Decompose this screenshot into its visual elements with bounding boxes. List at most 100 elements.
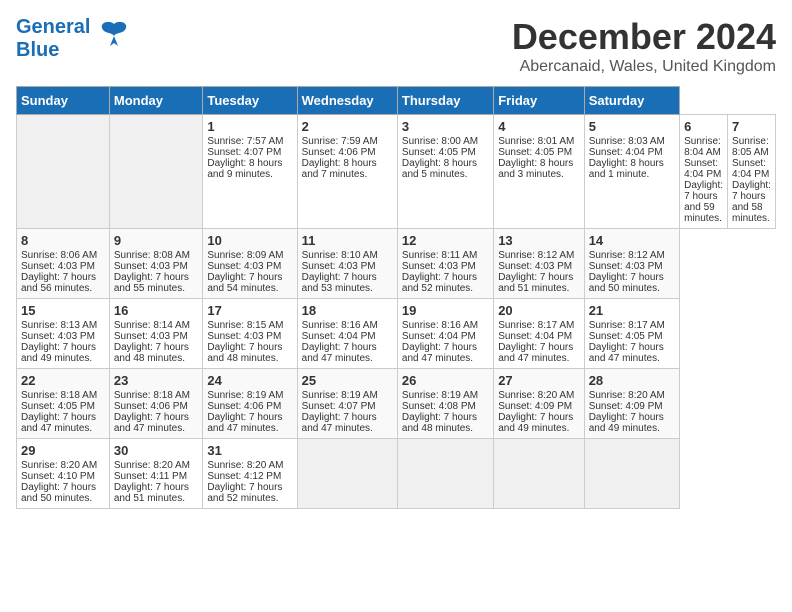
calendar-cell: 18Sunrise: 8:16 AMSunset: 4:04 PMDayligh… (297, 299, 397, 369)
calendar-cell: 27 Sunrise: 8:20 AMSunset: 4:09 PMDayligh… (494, 369, 585, 439)
calendar-cell: 28Sunrise: 8:20 AMSunset: 4:09 PMDayligh… (584, 369, 679, 439)
sunrise-text: Sunrise: 8:20 AM (21, 460, 105, 471)
calendar-cell: 13Sunrise: 8:12 AMSunset: 4:03 PMDayligh… (494, 229, 585, 299)
calendar-cell: 25Sunrise: 8:19 AMSunset: 4:07 PMDayligh… (297, 369, 397, 439)
day-number: 27 (498, 373, 580, 388)
sunrise-text: Sunrise: 8:19 AM (402, 390, 489, 401)
sunrise-text: Sunrise: 8:17 AM (589, 320, 675, 331)
sunset-text: Sunset: 4:03 PM (589, 261, 675, 272)
calendar-cell: 12Sunrise: 8:11 AMSunset: 4:03 PMDayligh… (397, 229, 493, 299)
day-number: 26 (402, 373, 489, 388)
calendar-cell (397, 439, 493, 509)
daylight-text: Daylight: 7 hours and 49 minutes. (498, 412, 580, 434)
sunrise-text: Sunrise: 8:19 AM (207, 390, 292, 401)
sunset-text: Sunset: 4:06 PM (114, 401, 199, 412)
daylight-text: Daylight: 7 hours and 56 minutes. (21, 272, 105, 294)
calendar-cell: 31Sunrise: 8:20 AMSunset: 4:12 PMDayligh… (203, 439, 297, 509)
sunrise-text: Sunrise: 8:20 AM (498, 390, 580, 401)
calendar-header-wednesday: Wednesday (297, 87, 397, 115)
daylight-text: Daylight: 7 hours and 48 minutes. (207, 342, 292, 364)
sunset-text: Sunset: 4:03 PM (498, 261, 580, 272)
sunrise-text: Sunrise: 8:20 AM (589, 390, 675, 401)
sunrise-text: Sunrise: 8:16 AM (302, 320, 393, 331)
daylight-text: Daylight: 8 hours and 9 minutes. (207, 158, 292, 180)
sunset-text: Sunset: 4:04 PM (498, 331, 580, 342)
day-number: 4 (498, 119, 580, 134)
daylight-text: Daylight: 8 hours and 7 minutes. (302, 158, 393, 180)
day-number: 20 (498, 303, 580, 318)
logo-general: General (16, 16, 90, 39)
daylight-text: Daylight: 7 hours and 53 minutes. (302, 272, 393, 294)
sunrise-text: Sunrise: 8:20 AM (207, 460, 292, 471)
daylight-text: Daylight: 7 hours and 54 minutes. (207, 272, 292, 294)
daylight-text: Daylight: 8 hours and 1 minute. (589, 158, 675, 180)
calendar-cell (297, 439, 397, 509)
day-number: 9 (114, 233, 199, 248)
day-number: 18 (302, 303, 393, 318)
daylight-text: Daylight: 8 hours and 3 minutes. (498, 158, 580, 180)
sunrise-text: Sunrise: 8:08 AM (114, 250, 199, 261)
day-number: 29 (21, 443, 105, 458)
calendar-week-2: 8Sunrise: 8:06 AMSunset: 4:03 PMDaylight… (17, 229, 776, 299)
sunset-text: Sunset: 4:11 PM (114, 471, 199, 482)
calendar-cell (494, 439, 585, 509)
daylight-text: Daylight: 7 hours and 58 minutes. (732, 180, 771, 224)
day-number: 10 (207, 233, 292, 248)
sunset-text: Sunset: 4:04 PM (684, 158, 723, 180)
day-number: 17 (207, 303, 292, 318)
sunrise-text: Sunrise: 8:09 AM (207, 250, 292, 261)
day-number: 12 (402, 233, 489, 248)
day-number: 16 (114, 303, 199, 318)
day-number: 2 (302, 119, 393, 134)
sunset-text: Sunset: 4:03 PM (114, 331, 199, 342)
daylight-text: Daylight: 7 hours and 52 minutes. (402, 272, 489, 294)
calendar-cell: 17Sunrise: 8:15 AMSunset: 4:03 PMDayligh… (203, 299, 297, 369)
sunrise-text: Sunrise: 8:05 AM (732, 136, 771, 158)
page-header: General Blue December 2024 Abercanaid, W… (16, 16, 776, 76)
calendar-cell: 6Sunrise: 8:04 AMSunset: 4:04 PMDaylight… (680, 115, 728, 229)
sunset-text: Sunset: 4:10 PM (21, 471, 105, 482)
daylight-text: Daylight: 7 hours and 49 minutes. (589, 412, 675, 434)
sunrise-text: Sunrise: 8:11 AM (402, 250, 489, 261)
day-number: 22 (21, 373, 105, 388)
day-number: 6 (684, 119, 723, 134)
calendar-cell: 11Sunrise: 8:10 AMSunset: 4:03 PMDayligh… (297, 229, 397, 299)
sunset-text: Sunset: 4:05 PM (21, 401, 105, 412)
daylight-text: Daylight: 7 hours and 47 minutes. (114, 412, 199, 434)
daylight-text: Daylight: 7 hours and 47 minutes. (589, 342, 675, 364)
calendar-header-sunday: Sunday (17, 87, 110, 115)
calendar-cell: 21Sunrise: 8:17 AMSunset: 4:05 PMDayligh… (584, 299, 679, 369)
day-number: 15 (21, 303, 105, 318)
calendar-header-monday: Monday (109, 87, 203, 115)
calendar-cell: 19Sunrise: 8:16 AMSunset: 4:04 PMDayligh… (397, 299, 493, 369)
calendar-table: SundayMondayTuesdayWednesdayThursdayFrid… (16, 86, 776, 509)
logo-blue: Blue (16, 39, 90, 62)
title-block: December 2024 Abercanaid, Wales, United … (512, 16, 776, 76)
calendar-week-5: 29Sunrise: 8:20 AMSunset: 4:10 PMDayligh… (17, 439, 776, 509)
daylight-text: Daylight: 7 hours and 50 minutes. (589, 272, 675, 294)
sunset-text: Sunset: 4:09 PM (498, 401, 580, 412)
sunrise-text: Sunrise: 8:18 AM (21, 390, 105, 401)
day-number: 19 (402, 303, 489, 318)
sunrise-text: Sunrise: 8:14 AM (114, 320, 199, 331)
day-number: 8 (21, 233, 105, 248)
calendar-cell (17, 115, 110, 229)
sunrise-text: Sunrise: 8:03 AM (589, 136, 675, 147)
sunrise-text: Sunrise: 7:59 AM (302, 136, 393, 147)
calendar-week-3: 15Sunrise: 8:13 AMSunset: 4:03 PMDayligh… (17, 299, 776, 369)
daylight-text: Daylight: 7 hours and 47 minutes. (21, 412, 105, 434)
calendar-cell: 7Sunrise: 8:05 AMSunset: 4:04 PMDaylight… (728, 115, 776, 229)
day-number: 5 (589, 119, 675, 134)
sunset-text: Sunset: 4:07 PM (207, 147, 292, 158)
sunset-text: Sunset: 4:03 PM (207, 331, 292, 342)
daylight-text: Daylight: 8 hours and 5 minutes. (402, 158, 489, 180)
day-number: 23 (114, 373, 199, 388)
sunrise-text: Sunrise: 8:12 AM (589, 250, 675, 261)
day-number: 21 (589, 303, 675, 318)
sunset-text: Sunset: 4:04 PM (302, 331, 393, 342)
sunrise-text: Sunrise: 8:13 AM (21, 320, 105, 331)
page-subtitle: Abercanaid, Wales, United Kingdom (512, 58, 776, 76)
day-number: 13 (498, 233, 580, 248)
sunset-text: Sunset: 4:03 PM (114, 261, 199, 272)
daylight-text: Daylight: 7 hours and 47 minutes. (302, 412, 393, 434)
